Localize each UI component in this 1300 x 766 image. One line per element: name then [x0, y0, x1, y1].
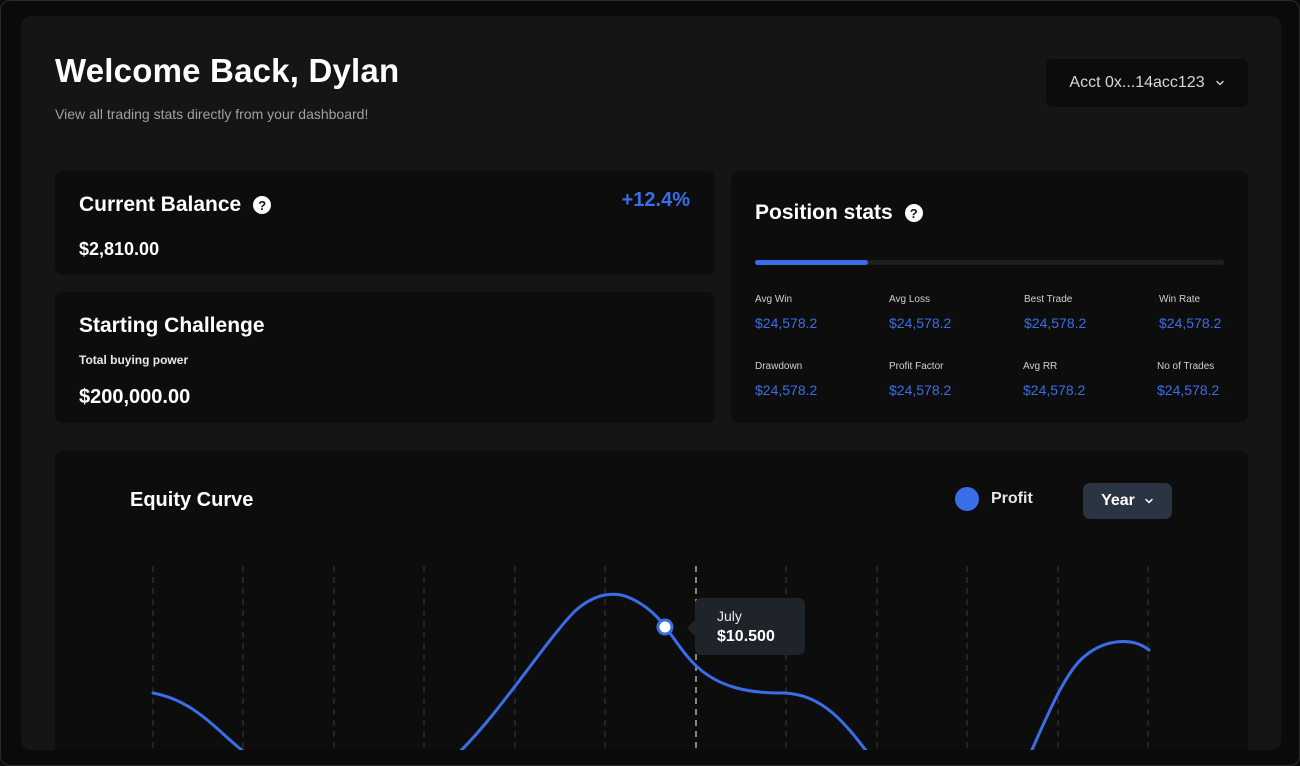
position-stats-heading: Position stats ?: [755, 201, 923, 225]
stat-label: Drawdown: [755, 361, 803, 372]
position-stats-title: Position stats: [755, 201, 893, 224]
stat-value: $24,578.2: [1023, 382, 1086, 398]
chevron-down-icon: [1215, 80, 1224, 86]
app-frame: Welcome Back, Dylan View all trading sta…: [0, 0, 1300, 766]
stat-win-rate: Win Rate $24,578.2: [1159, 294, 1221, 331]
stat-value: $24,578.2: [1157, 382, 1220, 398]
stat-avg-loss: Avg Loss $24,578.2: [889, 294, 951, 331]
page-title: Welcome Back, Dylan: [55, 52, 400, 89]
stat-no-of-trades: No of Trades $24,578.2: [1157, 361, 1219, 398]
stat-label: Best Trade: [1024, 294, 1073, 305]
starting-challenge-card: Starting Challenge Total buying power $2…: [55, 292, 715, 423]
position-progress-bar: [755, 260, 1224, 265]
starting-challenge-heading: Starting Challenge: [79, 314, 265, 338]
stat-label: No of Trades: [1157, 361, 1215, 372]
page-subtitle: View all trading stats directly from you…: [55, 106, 369, 122]
stat-profit-factor: Profit Factor $24,578.2: [889, 361, 951, 398]
stat-value: $24,578.2: [1024, 315, 1087, 331]
chart-tooltip: July $10.500: [687, 598, 805, 655]
starting-challenge-title: Starting Challenge: [79, 314, 265, 337]
stat-value: $24,578.2: [889, 382, 952, 398]
stat-label: Avg RR: [1023, 361, 1058, 372]
stat-value: $24,578.2: [755, 315, 818, 331]
stat-label: Profit Factor: [889, 361, 944, 372]
tooltip-point[interactable]: [656, 618, 674, 636]
stat-label: Avg Loss: [889, 294, 930, 305]
current-balance-title: Current Balance: [79, 193, 242, 216]
position-stats-card: Position stats ? Avg Win $24,578.2 Avg L…: [731, 171, 1248, 423]
stat-best-trade: Best Trade $24,578.2: [1024, 294, 1086, 331]
stat-drawdown: Drawdown $24,578.2: [755, 361, 817, 398]
stat-avg-win: Avg Win $24,578.2: [755, 294, 817, 331]
current-balance-card: Current Balance ? +12.4% $2,810.00: [55, 171, 715, 275]
stat-value: $24,578.2: [1159, 315, 1222, 331]
account-selector-label: Acct 0x...14acc123: [1069, 74, 1205, 91]
tooltip-month: July: [717, 608, 742, 624]
stat-label: Avg Win: [755, 294, 793, 305]
position-progress-fill: [755, 260, 868, 265]
dashboard-panel: Welcome Back, Dylan View all trading sta…: [21, 16, 1281, 750]
equity-curve-card: Equity Curve Profit Year July $10.500: [55, 451, 1248, 750]
help-icon[interactable]: ?: [904, 204, 923, 222]
buying-power-value: $200,000.00: [79, 386, 191, 408]
balance-change-badge: +12.4%: [621, 189, 690, 211]
profit-series-line: [151, 592, 1151, 750]
account-selector[interactable]: Acct 0x...14acc123: [1046, 59, 1248, 107]
help-icon[interactable]: ?: [253, 196, 272, 214]
buying-power-label: Total buying power: [79, 353, 189, 367]
stat-avg-rr: Avg RR $24,578.2: [1023, 361, 1085, 398]
current-balance-value: $2,810.00: [79, 239, 160, 259]
stat-label: Win Rate: [1159, 294, 1201, 305]
stat-value: $24,578.2: [755, 382, 818, 398]
current-balance-heading: Current Balance ?: [79, 193, 272, 217]
tooltip-value: $10.500: [717, 628, 775, 645]
equity-curve-plot: [151, 566, 1151, 750]
chart-gridlines: [152, 566, 1149, 750]
stat-value: $24,578.2: [889, 315, 952, 331]
